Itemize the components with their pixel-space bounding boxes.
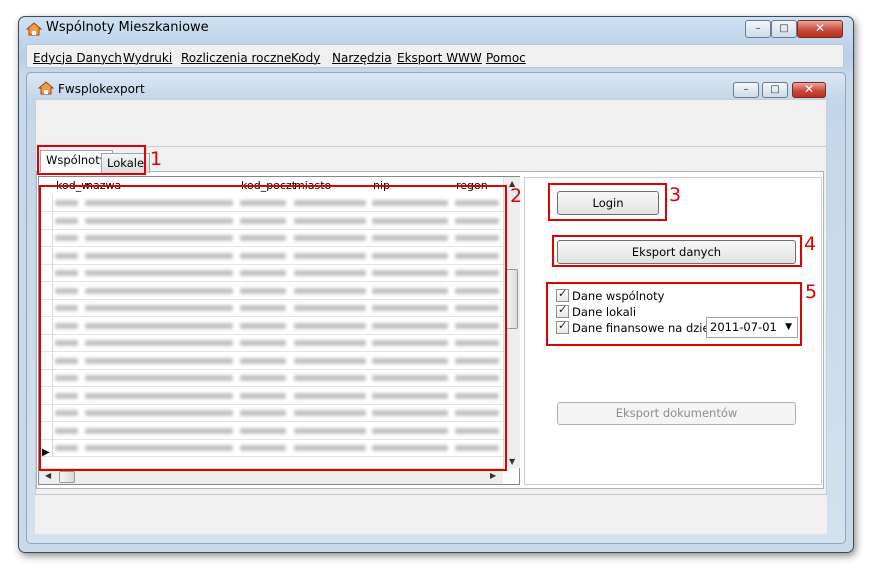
- toolstrip: [35, 99, 827, 147]
- annotation-number-2: 2: [510, 185, 523, 207]
- annotation-number-3: 3: [669, 184, 682, 206]
- child-minimize-button[interactable]: –: [733, 82, 759, 98]
- menu-rozliczenia-roczne[interactable]: Rozliczenia roczne: [181, 51, 291, 65]
- annotation-box-2: [39, 185, 507, 471]
- maximize-button[interactable]: □: [771, 20, 797, 38]
- vertical-scroll-thumb[interactable]: [506, 269, 518, 329]
- window-title: Wspólnoty Mieszkaniowe: [46, 20, 209, 35]
- horizontal-scroll-thumb[interactable]: [59, 471, 75, 483]
- close-button[interactable]: ✕: [797, 20, 843, 38]
- scroll-left-arrow-icon[interactable]: ◀: [45, 471, 51, 480]
- menu-eksport-www[interactable]: Eksport WWW: [397, 51, 482, 65]
- child-close-button[interactable]: ✕: [792, 82, 826, 98]
- annotation-box-4: [552, 235, 802, 267]
- menu-edycja-danych[interactable]: Edycja Danych: [33, 51, 122, 65]
- menu-kody[interactable]: Kody: [291, 51, 320, 65]
- menu-pomoc[interactable]: Pomoc: [486, 51, 526, 65]
- scroll-down-arrow-icon[interactable]: ▼: [509, 457, 515, 466]
- house-icon: [26, 22, 42, 36]
- minimize-button[interactable]: –: [745, 20, 771, 38]
- house-icon: [38, 81, 54, 95]
- menu-narzedzia[interactable]: Narzędzia: [332, 51, 392, 65]
- menu-wydruki[interactable]: Wydruki: [123, 51, 172, 65]
- annotation-box-5: [546, 282, 802, 346]
- eksport-dokumentow-button: Eksport dokumentów: [557, 402, 796, 425]
- scroll-right-arrow-icon[interactable]: ▶: [490, 471, 496, 480]
- annotation-box-3: [548, 183, 667, 221]
- annotation-number-4: 4: [804, 233, 817, 255]
- child-maximize-button[interactable]: □: [762, 82, 788, 98]
- annotation-number-5: 5: [805, 281, 818, 303]
- child-window-title: Fwsplokexport: [58, 82, 145, 96]
- status-bar: [35, 494, 827, 534]
- annotation-box-1: [37, 145, 146, 175]
- menu-bar: Edycja Danych Wydruki Rozliczenia roczne…: [26, 44, 844, 68]
- annotation-number-1: 1: [150, 148, 163, 170]
